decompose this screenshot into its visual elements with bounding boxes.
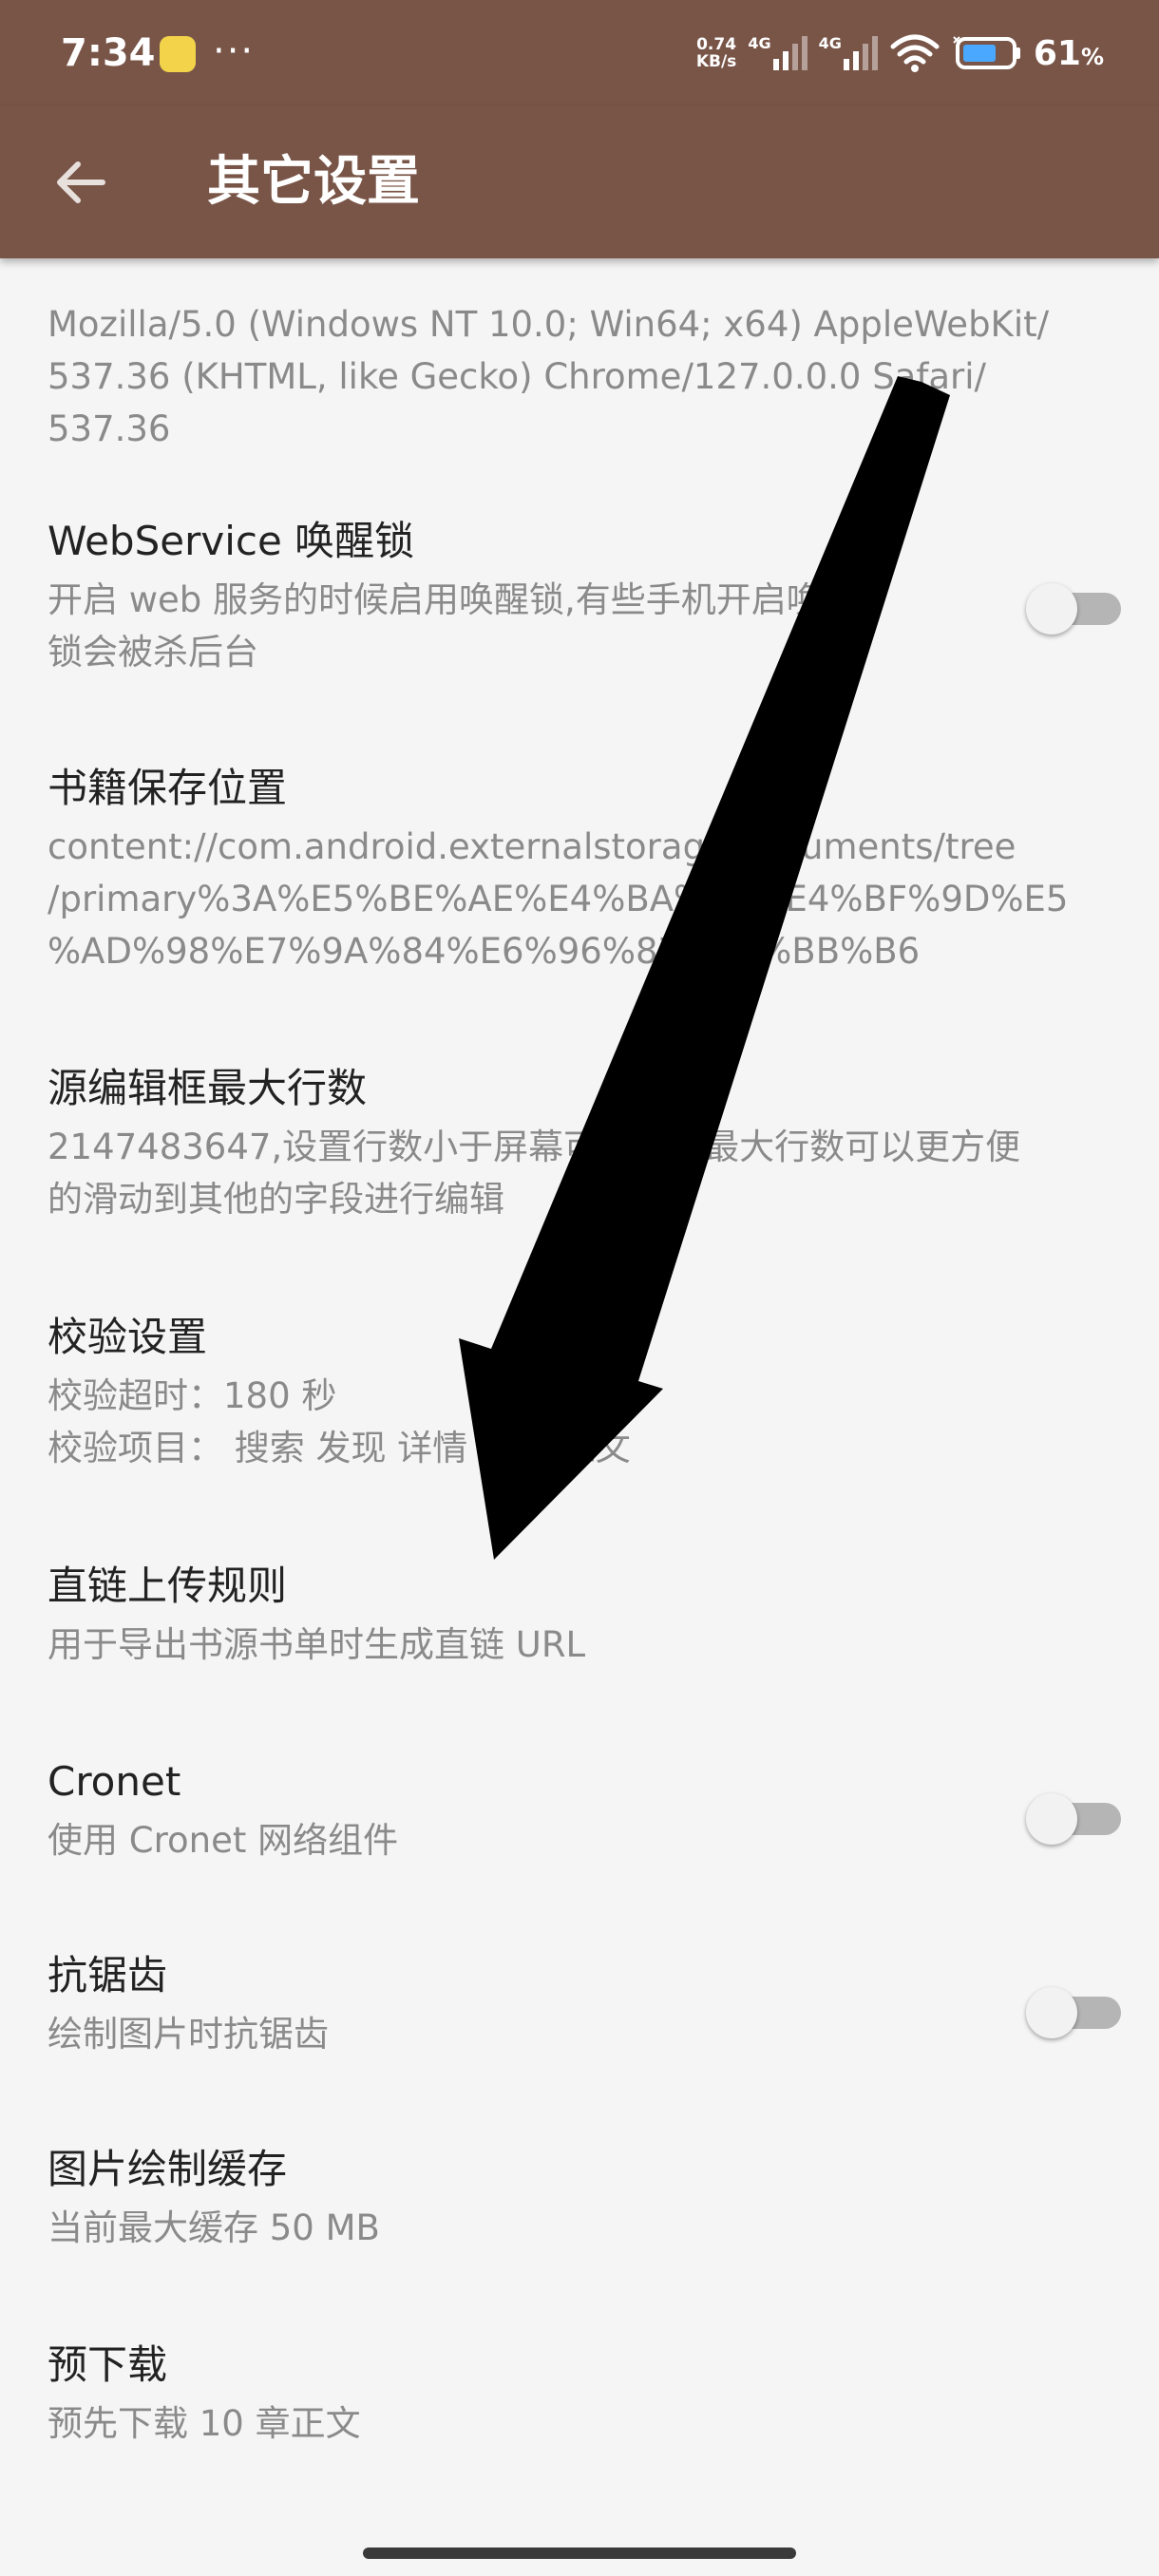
summary-line: 537.36 (KHTML, like Gecko) Chrome/127.0.… [48, 356, 987, 397]
summary-line: Mozilla/5.0 (Windows NT 10.0; Win64; x64… [48, 304, 1050, 345]
pref-cronet-summary: 使用 Cronet 网络组件 [48, 1814, 960, 1866]
network-speed-unit: KB/s [695, 52, 737, 71]
pref-image-cache-title: 图片绘制缓存 [48, 2146, 288, 2192]
summary-line: 校验项目： 搜索 发现 详情 目录 正文 [48, 1428, 631, 1468]
pref-editor-max-lines-summary: 2147483647,设置行数小于屏幕可显示的最大行数可以更方便 的滑动到其他的… [48, 1121, 1121, 1225]
webservice-wakelock-switch[interactable] [1026, 583, 1121, 635]
battery-level-unit: % [1080, 43, 1104, 70]
pref-pre-download-title: 预下载 [48, 2341, 168, 2388]
switch-thumb [1026, 583, 1077, 635]
signal-bars-icon [772, 36, 808, 70]
pref-anti-alias-title: 抗锯齿 [48, 1952, 168, 1998]
network-speed: 0.74 KB/s [696, 36, 736, 70]
summary-line: 2147483647,设置行数小于屏幕可显示的最大行数可以更方便 [48, 1127, 1021, 1167]
pref-webservice-wakelock-summary: 开启 web 服务的时候启用唤醒锁,有些手机开启唤醒 锁会被杀后台 [48, 574, 960, 678]
pref-pre-download-summary: 预先下载 10 章正文 [48, 2397, 1121, 2450]
battery-level-value: 61 [1033, 33, 1081, 73]
pref-webservice-wakelock-title: WebService 唤醒锁 [48, 518, 415, 564]
cronet-switch[interactable] [1026, 1793, 1121, 1845]
pref-user-agent-summary: Mozilla/5.0 (Windows NT 10.0; Win64; x64… [48, 298, 1121, 455]
status-time: 7:34 [61, 31, 156, 75]
summary-line: 预先下载 10 章正文 [48, 2403, 361, 2444]
pref-anti-alias[interactable]: 抗锯齿 绘制图片时抗锯齿 [48, 1949, 1121, 2060]
summary-line: 校验超时：180 秒 [48, 1375, 337, 1416]
app-bar: 其它设置 [0, 106, 1159, 258]
status-bar: 7:34 ··· 0.74 KB/s 4G 4G 61% [0, 0, 1159, 106]
summary-line: /primary%3A%E5%BE%AE%E4%BA%91%E4%BF%9D%E… [48, 879, 1069, 919]
pref-book-location-summary: content://com.android.externalstorage.do… [48, 821, 1121, 977]
battery-level: 61% [1034, 34, 1104, 73]
notification-app-icon [160, 36, 196, 72]
home-indicator[interactable] [363, 2548, 796, 2559]
summary-line: 537.36 [48, 408, 171, 449]
battery-icon [953, 36, 1020, 69]
summary-line: 的滑动到其他的字段进行编辑 [48, 1179, 504, 1220]
summary-line: %AD%98%E7%9A%84%E6%96%87%E4%BB%B6 [48, 931, 921, 972]
anti-alias-switch[interactable] [1026, 1987, 1121, 2038]
summary-line: 锁会被杀后台 [48, 632, 258, 672]
switch-thumb [1026, 1987, 1077, 2038]
signal-2: 4G [819, 36, 878, 70]
pref-book-location-title: 书籍保存位置 [48, 765, 288, 811]
pref-anti-alias-summary: 绘制图片时抗锯齿 [48, 2008, 960, 2060]
pref-editor-max-lines-title: 源编辑框最大行数 [48, 1065, 368, 1111]
pref-cronet-title: Cronet [48, 1758, 181, 1805]
pref-check-settings-summary: 校验超时：180 秒 校验项目： 搜索 发现 详情 目录 正文 [48, 1370, 1121, 1474]
summary-line: 用于导出书源书单时生成直链 URL [48, 1624, 586, 1665]
pref-image-cache[interactable]: 图片绘制缓存 当前最大缓存 50 MB [48, 2143, 1121, 2254]
pref-webservice-wakelock[interactable]: WebService 唤醒锁 开启 web 服务的时候启用唤醒锁,有些手机开启唤… [48, 515, 1121, 678]
pref-cronet[interactable]: Cronet 使用 Cronet 网络组件 [48, 1755, 1121, 1866]
summary-line: 开启 web 服务的时候启用唤醒锁,有些手机开启唤醒 [48, 579, 857, 620]
pref-direct-link-rule-summary: 用于导出书源书单时生成直链 URL [48, 1619, 1121, 1671]
summary-line: 当前最大缓存 50 MB [48, 2207, 380, 2248]
summary-line: 绘制图片时抗锯齿 [48, 2014, 329, 2055]
pref-editor-max-lines[interactable]: 源编辑框最大行数 2147483647,设置行数小于屏幕可显示的最大行数可以更方… [48, 1062, 1121, 1225]
signal-bars-icon [843, 36, 878, 70]
signal-2-label: 4G [818, 34, 842, 52]
pref-direct-link-rule-title: 直链上传规则 [48, 1563, 288, 1609]
pref-image-cache-summary: 当前最大缓存 50 MB [48, 2202, 1121, 2254]
signal-1: 4G [748, 34, 808, 70]
page-title: 其它设置 [207, 151, 420, 213]
summary-line: 使用 Cronet 网络组件 [48, 1820, 399, 1861]
status-indicators: 0.74 KB/s 4G 4G 61% [696, 28, 1104, 78]
switch-thumb [1026, 1793, 1077, 1845]
arrow-back-icon[interactable] [48, 148, 116, 217]
wifi-icon [890, 34, 940, 72]
network-speed-value: 0.74 [696, 35, 737, 54]
signal-1-label: 4G [748, 34, 771, 52]
pref-check-settings-title: 校验设置 [48, 1314, 208, 1360]
pref-pre-download[interactable]: 预下载 预先下载 10 章正文 [48, 2339, 1121, 2450]
preferences-list: 用户代理 Mozilla/5.0 (Windows NT 10.0; Win64… [0, 0, 1159, 2576]
pref-book-location[interactable]: 书籍保存位置 content://com.android.externalsto… [48, 762, 1121, 977]
pref-direct-link-rule[interactable]: 直链上传规则 用于导出书源书单时生成直链 URL [48, 1560, 1121, 1671]
summary-line: content://com.android.externalstorage.do… [48, 826, 1016, 867]
more-notifications-icon: ··· [213, 29, 256, 73]
settings-screen: 用户代理 Mozilla/5.0 (Windows NT 10.0; Win64… [0, 0, 1159, 2576]
pref-check-settings[interactable]: 校验设置 校验超时：180 秒 校验项目： 搜索 发现 详情 目录 正文 [48, 1311, 1121, 1474]
